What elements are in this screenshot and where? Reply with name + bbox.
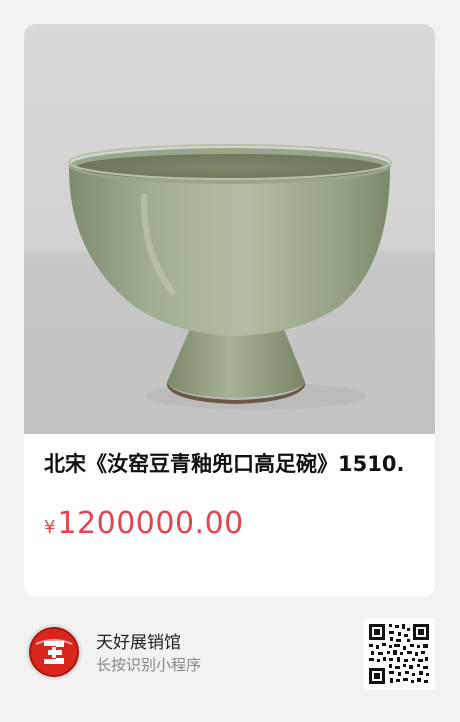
mini-program-qr-code[interactable] — [363, 618, 435, 690]
product-card[interactable]: 北宋《汝窑豆青釉兜口高足碗》1510. ¥ 1200000.00 — [24, 24, 435, 597]
price-amount: 1200000.00 — [57, 506, 244, 541]
share-card-page: 北宋《汝窑豆青釉兜口高足碗》1510. ¥ 1200000.00 天好展销馆 长… — [0, 0, 460, 722]
store-name: 天好展销馆 — [96, 633, 181, 653]
product-photo[interactable] — [24, 24, 435, 434]
currency-symbol: ¥ — [44, 517, 56, 538]
qr-code-icon — [367, 622, 431, 686]
product-title: 北宋《汝窑豆青釉兜口高足碗》1510. — [44, 452, 405, 476]
celadon-bowl-image — [68, 144, 392, 410]
store-footer: 天好展销馆 长按识别小程序 — [24, 614, 435, 694]
store-logo-icon — [24, 622, 84, 682]
product-price: ¥ 1200000.00 — [44, 506, 415, 541]
store-hint: 长按识别小程序 — [96, 656, 202, 674]
product-info: 北宋《汝窑豆青釉兜口高足碗》1510. ¥ 1200000.00 — [24, 434, 435, 541]
